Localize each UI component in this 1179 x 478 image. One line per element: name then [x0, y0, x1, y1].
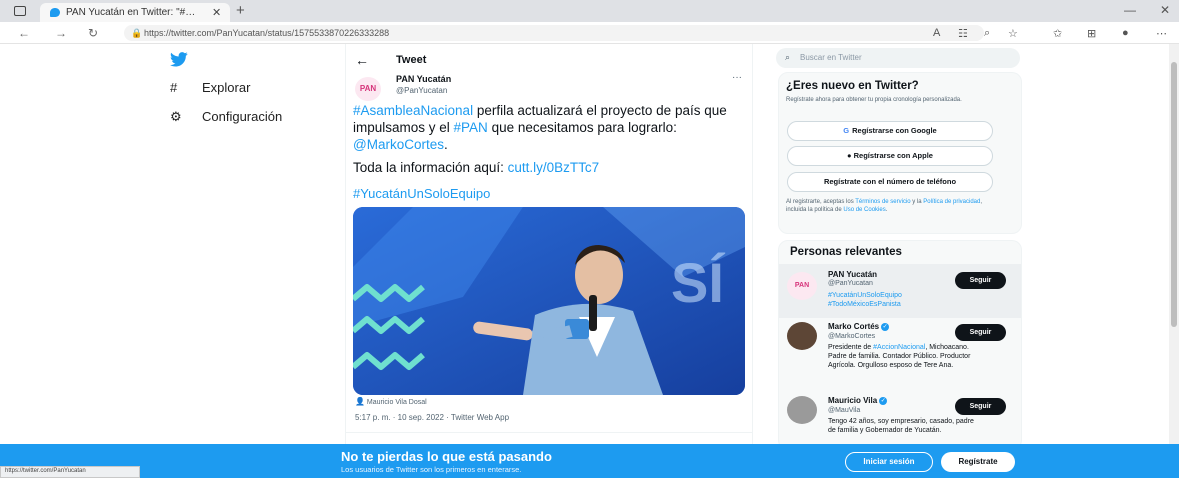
- back-arrow-icon[interactable]: ←: [355, 52, 369, 68]
- login-button[interactable]: Iniciar sesión: [845, 452, 933, 472]
- tab-title: PAN Yucatán en Twitter: "#Asamb: [66, 7, 201, 18]
- phone-signup-button[interactable]: Regístrate con el número de teléfono: [787, 172, 993, 192]
- apple-signup-button[interactable]: ● Regístrarse con Apple: [787, 146, 993, 166]
- hashtag-link[interactable]: #PAN: [454, 120, 488, 135]
- author-avatar[interactable]: PAN: [355, 77, 381, 101]
- new-tab-icon[interactable]: +: [236, 2, 245, 19]
- tweet-timestamp[interactable]: 5:17 p. m. · 10 sep. 2022 · Twitter Web …: [355, 413, 509, 422]
- favorites-icon[interactable]: ✩: [1053, 27, 1062, 40]
- photo-tag[interactable]: 👤 Mauricio Vila Dosal: [355, 397, 427, 406]
- favorites-star-icon[interactable]: ☆: [1008, 27, 1018, 40]
- follow-button[interactable]: Seguir: [955, 272, 1006, 289]
- signup-description: Regístrate ahora para obtener tu propia …: [786, 97, 962, 103]
- address-bar[interactable]: 🔒 https://twitter.com/PanYucatan/status/…: [124, 25, 984, 41]
- page-title: Tweet: [396, 54, 427, 66]
- forward-icon[interactable]: →: [55, 26, 67, 40]
- tweet-text: #AsambleaNacional perfila actualizará el…: [353, 103, 727, 152]
- person-name[interactable]: PAN Yucatán: [828, 270, 877, 279]
- hashtag-link[interactable]: #YucatánUnSoloEquipo: [828, 291, 978, 300]
- person-handle[interactable]: @MarkoCortes: [828, 333, 875, 340]
- more-menu-icon[interactable]: ⋯: [1156, 27, 1167, 40]
- scrollbar-thumb[interactable]: [1171, 62, 1177, 327]
- tweet-text-line: Toda la información aquí: cutt.ly/0BzTTc…: [353, 160, 600, 175]
- google-icon: G: [843, 126, 850, 135]
- person-card[interactable]: PAN PAN Yucatán @PanYucatan #YucatánUnSo…: [779, 264, 1021, 318]
- zoom-icon[interactable]: ⌕: [984, 27, 990, 40]
- svg-text:SÍ: SÍ: [671, 251, 725, 314]
- hashtag-link[interactable]: #TodoMéxicoEsPanista: [828, 300, 978, 309]
- author-name[interactable]: PAN Yucatán: [396, 74, 451, 84]
- person-handle[interactable]: @MauVila: [828, 407, 860, 414]
- more-options-icon[interactable]: ···: [732, 72, 742, 83]
- google-signup-button[interactable]: G Regístrarse con Google: [787, 121, 993, 141]
- hashtag-link[interactable]: #AccionNacional: [873, 344, 925, 351]
- gear-icon: ⚙: [170, 109, 182, 124]
- signup-title: ¿Eres nuevo en Twitter?: [786, 80, 919, 92]
- banner-subtitle: Los usuarios de Twitter son los primeros…: [341, 465, 522, 474]
- person-bio: Tengo 42 años, soy empresario, casado, p…: [828, 418, 974, 434]
- tweet-photo[interactable]: SÍ: [353, 207, 745, 395]
- collections-icon[interactable]: ⊞: [1087, 27, 1096, 40]
- refresh-icon[interactable]: ↻: [88, 26, 98, 40]
- profile-icon[interactable]: ●: [1122, 27, 1129, 39]
- back-icon[interactable]: ←: [18, 26, 30, 40]
- author-handle[interactable]: @PanYucatan: [396, 86, 447, 95]
- nav-item-settings[interactable]: ⚙ Configuración: [170, 109, 282, 125]
- apple-icon: ●: [847, 151, 854, 160]
- browser-tab[interactable]: PAN Yucatán en Twitter: "#Asamb ✕: [40, 3, 230, 22]
- minimize-icon[interactable]: —: [1124, 3, 1136, 17]
- hashtag-link[interactable]: #YucatánUnSoloEquipo: [353, 186, 490, 201]
- mention-link[interactable]: @MarkoCortes: [353, 137, 444, 152]
- nav-item-explore[interactable]: # Explorar: [170, 80, 250, 95]
- twitter-logo-icon[interactable]: [170, 52, 188, 67]
- hashtag-link[interactable]: #AsambleaNacional: [353, 103, 473, 118]
- tab-actions-icon[interactable]: [14, 6, 26, 16]
- speaker-photo-illustration: SÍ: [353, 207, 745, 395]
- follow-button[interactable]: Seguir: [955, 398, 1006, 415]
- privacy-link[interactable]: Política de privacidad: [923, 199, 980, 205]
- divider: [346, 432, 752, 433]
- relevant-people-title: Personas relevantes: [790, 246, 902, 258]
- status-bar-url: https://twitter.com/PanYucatan: [0, 466, 140, 478]
- read-aloud-icon[interactable]: A: [933, 27, 940, 39]
- person-name[interactable]: Mauricio Vila ✓: [828, 396, 888, 405]
- signup-button[interactable]: Regístrate: [941, 452, 1015, 472]
- short-link[interactable]: cutt.ly/0BzTTc7: [508, 160, 600, 175]
- legal-text: Al registrarte, aceptas los Términos de …: [786, 199, 983, 213]
- lock-icon: 🔒: [131, 28, 143, 38]
- browser-tab-bar: PAN Yucatán en Twitter: "#Asamb ✕ + — ✕: [0, 0, 1179, 22]
- person-handle[interactable]: @PanYucatan: [828, 280, 873, 287]
- address-toolbar: ← → ↻ 🔒 https://twitter.com/PanYucatan/s…: [0, 22, 1179, 44]
- verified-badge-icon: ✓: [879, 397, 888, 405]
- avatar: [787, 396, 817, 424]
- banner-title: No te pierdas lo que está pasando: [341, 449, 552, 464]
- person-icon: 👤: [355, 397, 365, 406]
- page-scrollbar[interactable]: [1169, 44, 1179, 444]
- immersive-reader-icon[interactable]: ☷: [958, 27, 968, 40]
- close-tab-icon[interactable]: ✕: [212, 6, 221, 19]
- avatar: PAN: [787, 272, 817, 300]
- follow-button[interactable]: Seguir: [955, 324, 1006, 341]
- twitter-favicon-icon: [50, 8, 60, 17]
- hashtag-icon: #: [170, 80, 178, 95]
- person-bio: Presidente de #AccionNacional, Michoacan…: [828, 344, 971, 369]
- person-card[interactable]: Mauricio Vila ✓ @MauVila Tengo 42 años, s…: [779, 394, 1021, 446]
- search-input[interactable]: ⌕ Buscar en Twitter: [776, 48, 1020, 68]
- search-icon: ⌕: [785, 52, 791, 62]
- cookies-link[interactable]: Uso de Cookies: [843, 207, 885, 213]
- terms-link[interactable]: Términos de servicio: [855, 199, 910, 205]
- person-name[interactable]: Marko Cortés ✓: [828, 322, 890, 331]
- person-card[interactable]: Marko Cortés ✓ @MarkoCortes Presidente de…: [779, 320, 1021, 392]
- close-window-icon[interactable]: ✕: [1160, 3, 1170, 17]
- avatar: [787, 322, 817, 350]
- verified-badge-icon: ✓: [881, 323, 890, 331]
- address-url: https://twitter.com/PanYucatan/status/15…: [144, 28, 390, 38]
